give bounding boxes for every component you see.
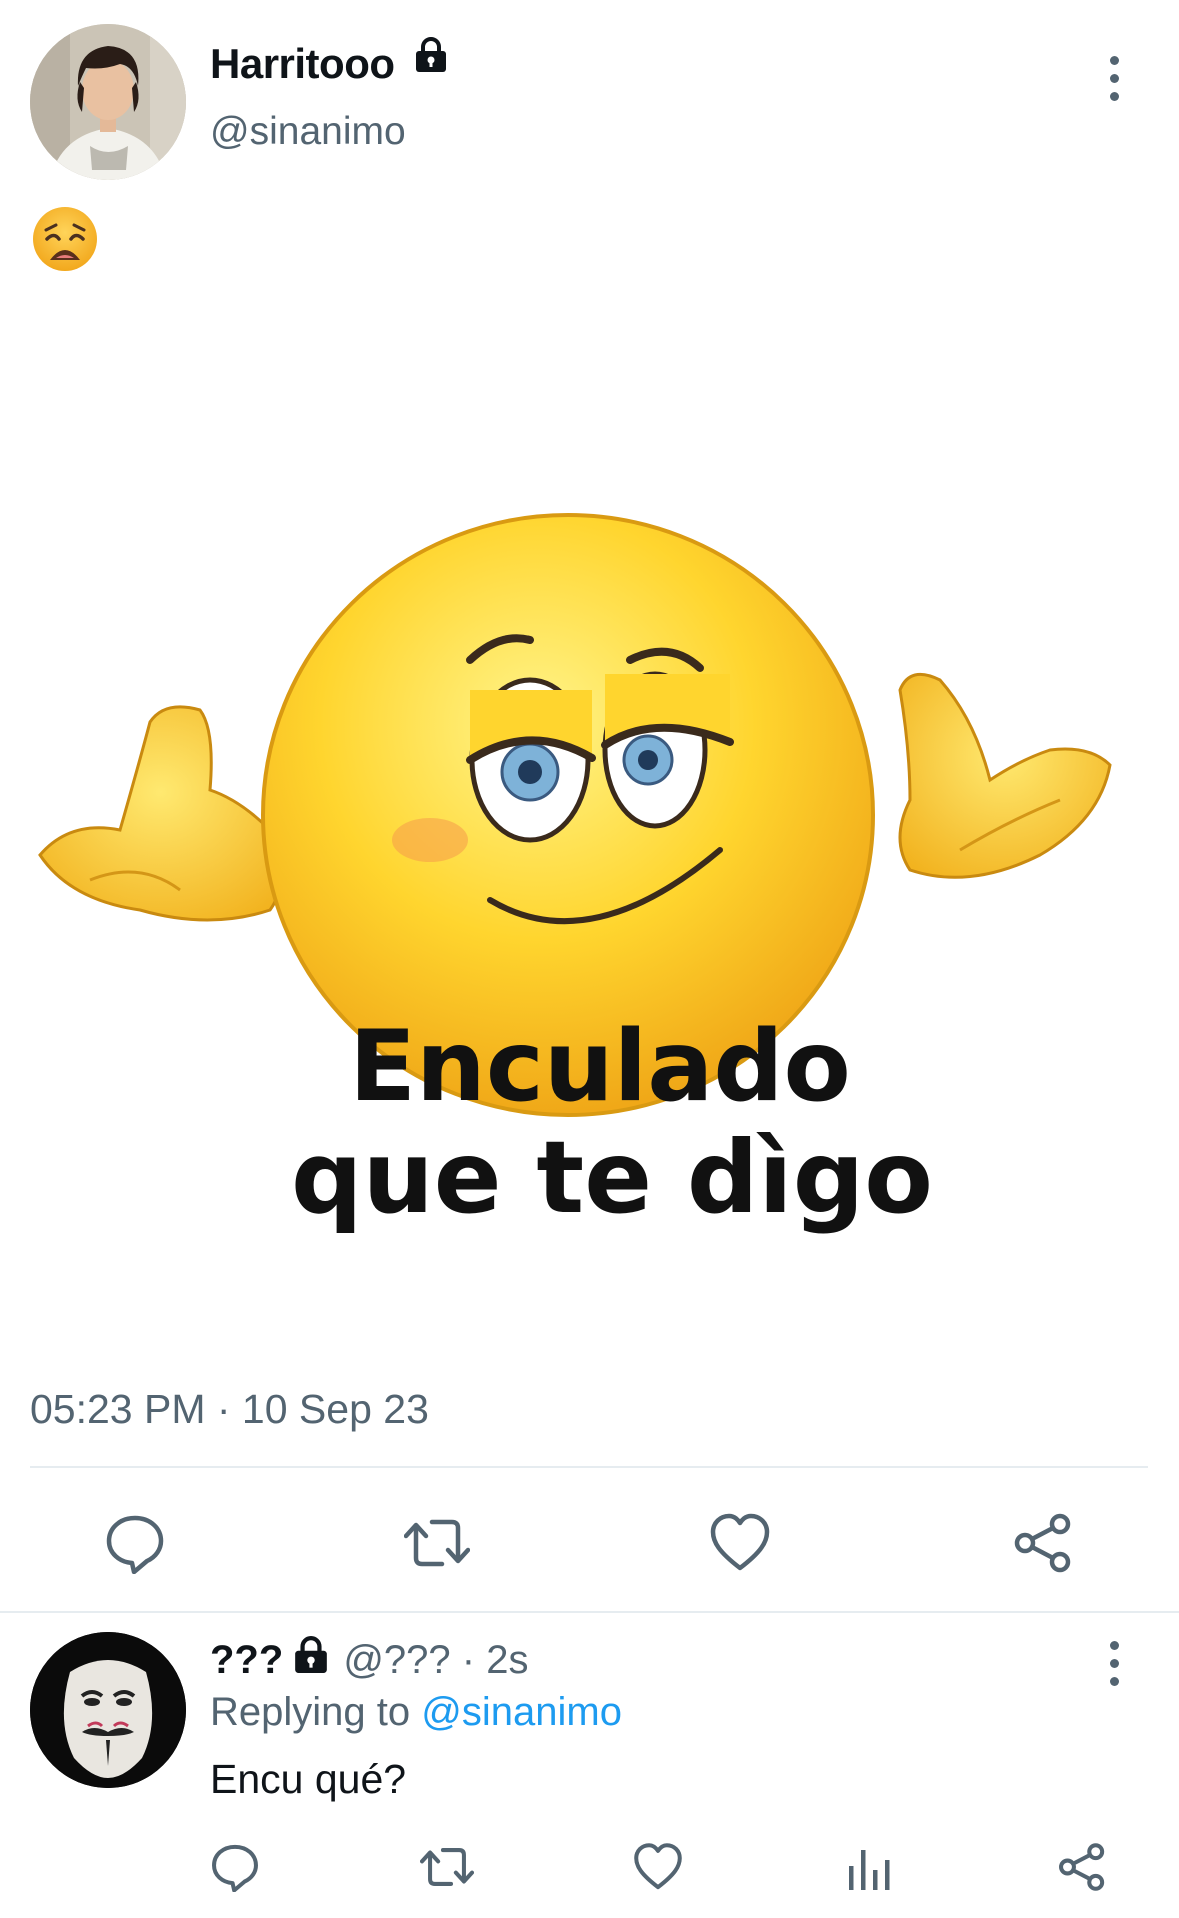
share-icon: [1059, 1843, 1105, 1891]
retweet-icon: [403, 1519, 471, 1567]
author-name[interactable]: Harritooo: [210, 40, 395, 87]
author-name-row[interactable]: Harritooo: [210, 36, 448, 91]
retweet-icon: [419, 1848, 475, 1886]
reply-button[interactable]: [104, 1512, 166, 1575]
more-options-icon[interactable]: [1107, 56, 1121, 101]
author-photo: [30, 24, 186, 180]
reply-handle-time[interactable]: @??? · 2s: [343, 1638, 528, 1683]
replying-to-line: Replying to @sinanimo: [210, 1690, 622, 1735]
analytics-icon: [849, 1850, 890, 1890]
left-hand: [38, 705, 283, 922]
share-button[interactable]: [1012, 1512, 1074, 1574]
meme-caption-line-1: Enculado: [349, 1010, 851, 1124]
divider: [30, 1466, 1148, 1468]
right-hand: [898, 672, 1112, 879]
tweet-timestamp[interactable]: 05:23 PM · 10 Sep 23: [30, 1386, 429, 1433]
replying-to-label: Replying to: [210, 1690, 411, 1734]
meme-caption-line-2: que te dìgo: [291, 1119, 933, 1236]
reply-reply-button[interactable]: [210, 1842, 260, 1893]
like-button[interactable]: [709, 1512, 771, 1574]
reply-text: Encu qué?: [210, 1756, 407, 1802]
reply-like-button[interactable]: [633, 1842, 683, 1892]
divider: [0, 1611, 1179, 1613]
weary-face-emoji: [32, 206, 98, 277]
mask-avatar-image: [30, 1632, 186, 1788]
reply-analytics-button[interactable]: [845, 1842, 895, 1892]
tweet-image[interactable]: Enculado que te dìgo: [30, 460, 1115, 1340]
reply-author-avatar[interactable]: [30, 1632, 186, 1788]
author-avatar[interactable]: [30, 24, 186, 180]
reply-more-options-icon[interactable]: [1107, 1641, 1121, 1686]
reply-retweet-button[interactable]: [419, 1842, 475, 1892]
lock-icon: [414, 35, 448, 83]
like-icon: [710, 1513, 770, 1571]
share-icon: [1014, 1513, 1071, 1573]
retweet-button[interactable]: [403, 1512, 471, 1574]
like-icon: [634, 1843, 682, 1890]
reply-icon: [212, 1844, 258, 1893]
reply-header: ??? @??? · 2s: [210, 1636, 528, 1684]
reply-author-name[interactable]: ???: [210, 1638, 283, 1683]
reply-icon: [106, 1515, 164, 1575]
reply-share-button[interactable]: [1057, 1842, 1107, 1892]
author-handle[interactable]: @sinanimo: [210, 110, 406, 154]
replying-to-handle-link[interactable]: @sinanimo: [421, 1690, 622, 1734]
lock-icon: [293, 1636, 329, 1684]
